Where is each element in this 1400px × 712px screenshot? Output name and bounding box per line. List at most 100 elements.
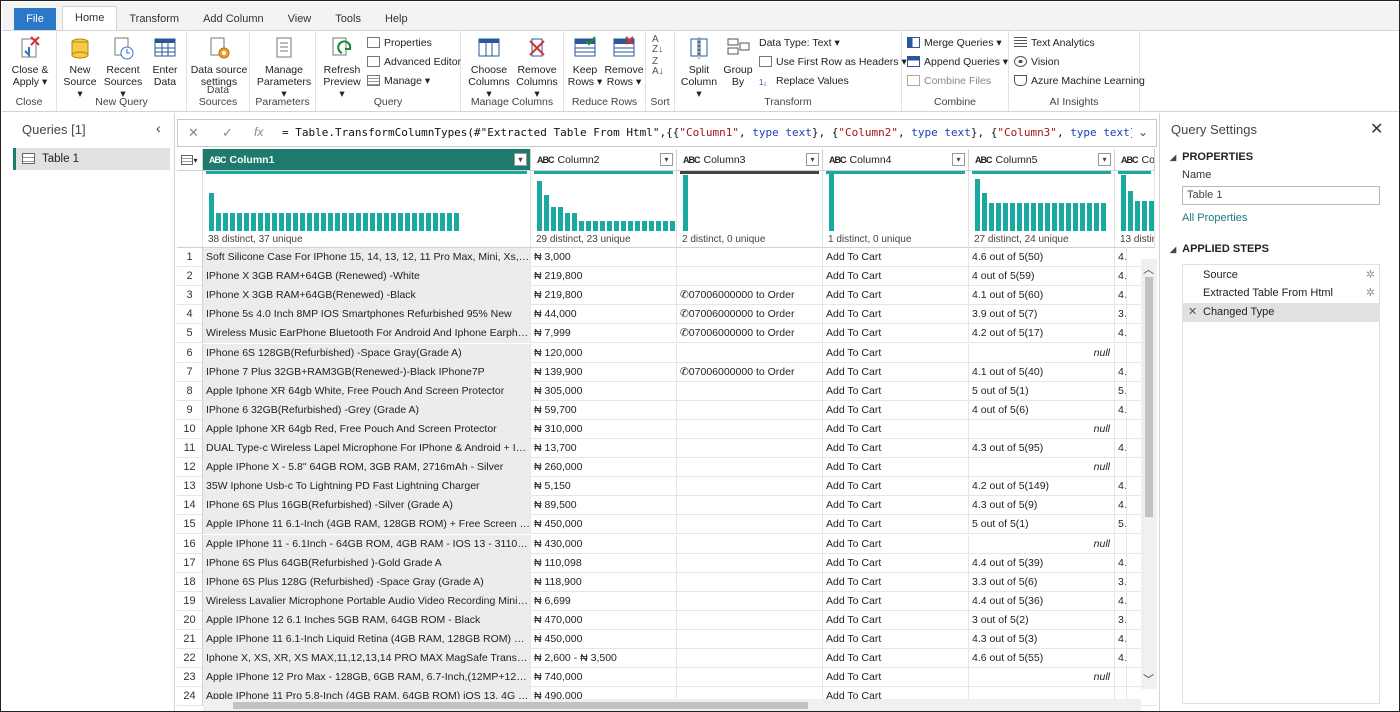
table-cell[interactable]: [677, 267, 823, 287]
table-cell[interactable]: 4.3 out of 5(3): [969, 630, 1115, 649]
table-cell[interactable]: [677, 400, 823, 420]
table-cell[interactable]: ✆07006000000 to Order: [677, 362, 823, 382]
table-row[interactable]: 1 Soft Silicone Case For IPhone 15, 14, 1…: [177, 248, 1157, 267]
merge-queries-button[interactable]: Merge Queries ▾: [907, 35, 1002, 51]
table-cell[interactable]: 4.3 out of 5(95): [969, 439, 1115, 458]
table-cell[interactable]: Add To Cart: [823, 381, 969, 401]
check-icon[interactable]: ✓: [222, 125, 233, 141]
enter-data-button[interactable]: Enter Data: [147, 35, 183, 88]
table-cell[interactable]: 4.3 o: [1115, 439, 1127, 458]
keep-rows-button[interactable]: Keep Rows ▾: [567, 35, 603, 88]
table-cell[interactable]: Wireless Music EarPhone Bluetooth For An…: [203, 324, 531, 344]
table-cell[interactable]: 5 out: [1115, 381, 1127, 401]
table-cell[interactable]: ₦ 110,098: [531, 553, 677, 573]
tab-view[interactable]: View: [276, 8, 324, 30]
table-cell[interactable]: ₦ 470,000: [531, 610, 677, 630]
vertical-scrollbar[interactable]: ︿ ﹀: [1141, 259, 1157, 689]
table-cell[interactable]: 4.2 out of 5(17): [969, 324, 1115, 344]
table-cell[interactable]: Add To Cart: [823, 553, 969, 573]
table-row[interactable]: 5 Wireless Music EarPhone Bluetooth For A…: [177, 324, 1157, 344]
table-cell[interactable]: ₦ 7,999: [531, 324, 677, 344]
filter-dropdown-icon[interactable]: ▾: [660, 153, 673, 166]
table-cell[interactable]: Apple IPhone X - 5.8" 64GB ROM, 3GB RAM,…: [203, 458, 531, 478]
table-cell[interactable]: ₦ 13,700: [531, 439, 677, 458]
table-cell[interactable]: Iphone X, XS, XR, XS MAX,11,12,13,14 PRO…: [203, 649, 531, 669]
table-cell[interactable]: 4 out: [1115, 267, 1127, 287]
table-cell[interactable]: Add To Cart: [823, 496, 969, 516]
table-cell[interactable]: null: [969, 458, 1115, 478]
table-cell[interactable]: 4.2 o: [1115, 477, 1127, 497]
table-cell[interactable]: IPhone 6 32GB(Refurbished) -Grey (Grade …: [203, 400, 531, 420]
tab-transform[interactable]: Transform: [117, 8, 191, 30]
table-cell[interactable]: [677, 458, 823, 478]
column-header-1[interactable]: ABC Column1 ▾: [203, 149, 531, 171]
table-cell[interactable]: Add To Cart: [823, 458, 969, 478]
table-cell[interactable]: [677, 610, 823, 630]
table-cell[interactable]: ₦ 2,600 - ₦ 3,500: [531, 649, 677, 669]
table-cell[interactable]: 4.4 o: [1115, 553, 1127, 573]
table-row[interactable]: 2 IPhone X 3GB RAM+64GB (Renewed) -White ₦…: [177, 267, 1157, 287]
table-cell[interactable]: ₦ 450,000: [531, 515, 677, 535]
table-cell[interactable]: Apple IPhone 11 6.1-Inch (4GB RAM, 128GB…: [203, 515, 531, 535]
table-row[interactable]: 14 IPhone 6S Plus 16GB(Refurbished) -Silv…: [177, 496, 1157, 516]
table-row[interactable]: 8 Apple Iphone XR 64gb White, Free Pouch …: [177, 381, 1157, 401]
data-type-dropdown[interactable]: Data Type: Text ▾: [759, 35, 840, 51]
table-cell[interactable]: 3.3 out of 5(6): [969, 572, 1115, 592]
table-row[interactable]: 10 Apple Iphone XR 64gb Red, Free Pouch A…: [177, 419, 1157, 439]
table-cell[interactable]: IPhone 6S Plus 16GB(Refurbished) -Silver…: [203, 496, 531, 516]
remove-rows-button[interactable]: Remove Rows ▾: [604, 35, 644, 88]
table-cell[interactable]: ₦ 6,699: [531, 591, 677, 611]
table-cell[interactable]: ₦ 219,800: [531, 286, 677, 306]
table-cell[interactable]: ₦ 89,500: [531, 496, 677, 516]
table-cell[interactable]: 4.1 o: [1115, 362, 1127, 382]
choose-columns-button[interactable]: Choose Columns ▾: [465, 35, 513, 100]
table-cell[interactable]: Add To Cart: [823, 286, 969, 306]
text-type-icon[interactable]: ABC: [209, 149, 226, 170]
table-cell[interactable]: ₦ 118,900: [531, 572, 677, 592]
text-analytics-button[interactable]: Text Analytics: [1014, 35, 1095, 51]
table-cell[interactable]: Add To Cart: [823, 439, 969, 458]
table-cell[interactable]: [1115, 668, 1127, 688]
close-icon[interactable]: ✕: [1370, 119, 1383, 139]
table-row[interactable]: 23 Apple IPhone 12 Pro Max - 128GB, 6GB R…: [177, 668, 1157, 688]
table-cell[interactable]: Apple IPhone 11 - 6.1Inch - 64GB ROM, 4G…: [203, 534, 531, 554]
group-by-button[interactable]: Group By: [721, 35, 755, 88]
column-header-3[interactable]: ABC Column3 ▾: [677, 149, 823, 171]
table-cell[interactable]: null: [969, 343, 1115, 363]
table-cell[interactable]: ₦ 59,700: [531, 400, 677, 420]
table-cell[interactable]: ₦ 305,000: [531, 381, 677, 401]
table-cell[interactable]: IPhone 5s 4.0 Inch 8MP IOS Smartphones R…: [203, 305, 531, 325]
properties-button[interactable]: Properties: [367, 35, 432, 51]
table-cell[interactable]: 5 out of 5(1): [969, 515, 1115, 535]
chevron-down-icon[interactable]: ⌄: [1138, 125, 1148, 139]
table-cell[interactable]: 3.3 o: [1115, 572, 1127, 592]
recent-sources-button[interactable]: Recent Sources ▾: [101, 35, 145, 100]
table-cell[interactable]: Wireless Lavalier Microphone Portable Au…: [203, 591, 531, 611]
table-cell[interactable]: Add To Cart: [823, 591, 969, 611]
table-cell[interactable]: 3.9 out of 5(7): [969, 305, 1115, 325]
manage-parameters-button[interactable]: Manage Parameters ▾: [255, 35, 313, 100]
table-cell[interactable]: ₦ 120,000: [531, 343, 677, 363]
table-cell[interactable]: 4.1 out of 5(40): [969, 362, 1115, 382]
table-cell[interactable]: ✆07006000000 to Order: [677, 324, 823, 344]
table-cell[interactable]: Apple IPhone 12 6.1 Inches 5GB RAM, 64GB…: [203, 610, 531, 630]
table-cell[interactable]: 4.3 o: [1115, 630, 1127, 649]
table-row[interactable]: 21 Apple IPhone 11 6.1-Inch Liquid Retina…: [177, 630, 1157, 649]
table-row[interactable]: 22 Iphone X, XS, XR, XS MAX,11,12,13,14 P…: [177, 649, 1157, 669]
table-cell[interactable]: Add To Cart: [823, 362, 969, 382]
advanced-editor-button[interactable]: Advanced Editor: [367, 54, 461, 70]
text-type-icon[interactable]: ABC: [537, 149, 554, 170]
table-row[interactable]: 4 IPhone 5s 4.0 Inch 8MP IOS Smartphones …: [177, 305, 1157, 325]
horizontal-scroll-thumb[interactable]: [233, 702, 808, 709]
filter-dropdown-icon[interactable]: ▾: [952, 153, 965, 166]
table-cell[interactable]: 4 out: [1115, 400, 1127, 420]
tab-tools[interactable]: Tools: [323, 8, 373, 30]
table-cell[interactable]: 4.6 out of 5(55): [969, 649, 1115, 669]
tab-help[interactable]: Help: [373, 8, 420, 30]
table-cell[interactable]: Add To Cart: [823, 630, 969, 649]
table-cell[interactable]: Add To Cart: [823, 610, 969, 630]
table-row[interactable]: 19 Wireless Lavalier Microphone Portable …: [177, 591, 1157, 611]
tab-home[interactable]: Home: [62, 6, 118, 30]
vision-button[interactable]: Vision: [1014, 54, 1059, 70]
table-cell[interactable]: 4.6 out of 5(50): [969, 248, 1115, 267]
